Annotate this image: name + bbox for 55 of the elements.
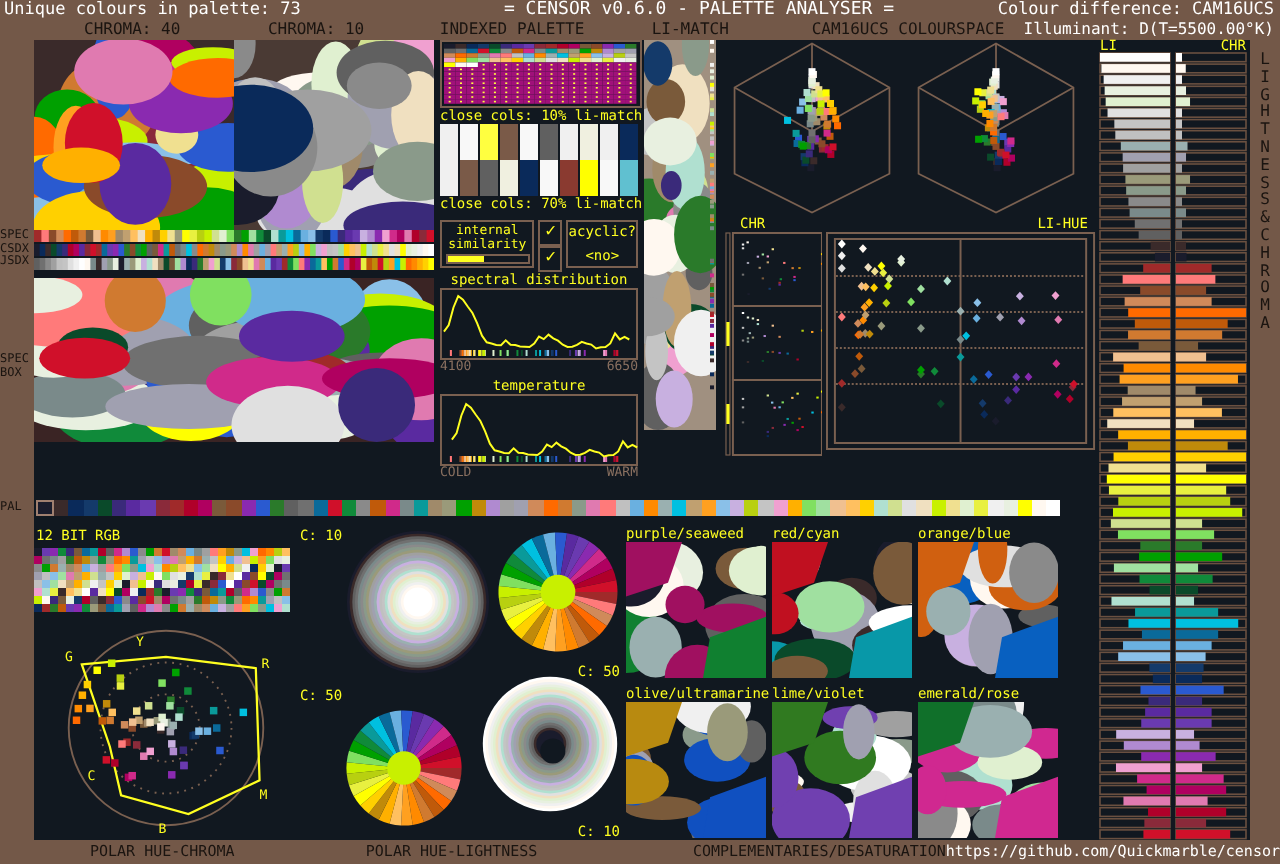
palette-swatch[interactable] (54, 500, 69, 516)
palette-swatch[interactable] (916, 500, 932, 516)
palette-swatch[interactable] (428, 500, 443, 516)
section-title: CHROMA: 40 (84, 20, 183, 40)
illuminant-label: Illuminant: D(T=5500.00°K) (1023, 20, 1276, 39)
check-mark: ✓ (538, 246, 563, 272)
section-title: CAM16UCS COLOURSPACE (811, 20, 1007, 40)
palette-swatch[interactable] (528, 500, 544, 516)
palette-swatch[interactable] (370, 500, 385, 516)
palette-swatch[interactable] (298, 500, 314, 516)
palette-swatch[interactable] (514, 500, 529, 516)
palette-swatch[interactable] (212, 500, 227, 516)
palette-swatch[interactable] (658, 500, 673, 516)
palette-swatch[interactable] (198, 500, 213, 516)
section-title: INDEXED PALETTE (439, 20, 587, 40)
palette-swatch[interactable] (36, 500, 55, 516)
complementary-map-drawing (626, 702, 766, 838)
check-mark: ✓ (538, 220, 563, 246)
hue-lightness-wheel-drawing (480, 674, 620, 814)
palette-swatch[interactable] (226, 500, 242, 516)
palette-swatch[interactable] (672, 500, 687, 516)
colour-difference-label: Colour difference: CAM16UCS (995, 0, 1276, 20)
palette-swatch[interactable] (888, 500, 903, 516)
palette-swatch[interactable] (284, 500, 299, 516)
palette-swatch[interactable] (988, 500, 1004, 516)
palette-swatch[interactable] (356, 500, 371, 516)
palette-swatch[interactable] (586, 500, 601, 516)
app-title: = CENSOR v0.6.0 - PALETTE ANALYSER = (501, 0, 897, 20)
palette-swatch[interactable] (730, 500, 745, 516)
hue-lightness-wheel-drawing (496, 530, 620, 654)
palette-swatch[interactable] (442, 500, 457, 516)
palette-swatch[interactable] (902, 500, 917, 516)
complementary-map-drawing (918, 702, 1058, 838)
side-title: LIGHTNESS & CHROMA (1258, 52, 1272, 336)
palette-swatch[interactable] (456, 500, 472, 516)
palette-count: Unique colours in palette: 73 (2, 0, 303, 20)
complementary-map-drawing (772, 702, 912, 838)
palette-swatch[interactable] (816, 500, 831, 516)
palette-swatch[interactable] (126, 500, 141, 516)
palette-swatch[interactable] (758, 500, 774, 516)
palette-swatch[interactable] (500, 500, 515, 516)
hue-lightness-wheel-drawing (344, 708, 465, 828)
palette-swatch[interactable] (1046, 500, 1061, 516)
palette-swatch[interactable] (686, 500, 702, 516)
palette-swatch[interactable] (140, 500, 155, 516)
palette-swatch[interactable] (974, 500, 989, 516)
palette-swatch[interactable] (830, 500, 845, 516)
section-title: LI-MATCH (651, 20, 731, 40)
palette-swatch[interactable] (960, 500, 975, 516)
palette-swatch[interactable] (600, 500, 615, 516)
palette-swatch[interactable] (68, 500, 84, 516)
section-title: CHROMA: 10 (267, 20, 367, 40)
complementary-map-drawing (918, 542, 1058, 678)
palette-swatch[interactable] (270, 500, 285, 516)
palette-swatch[interactable] (744, 500, 759, 516)
